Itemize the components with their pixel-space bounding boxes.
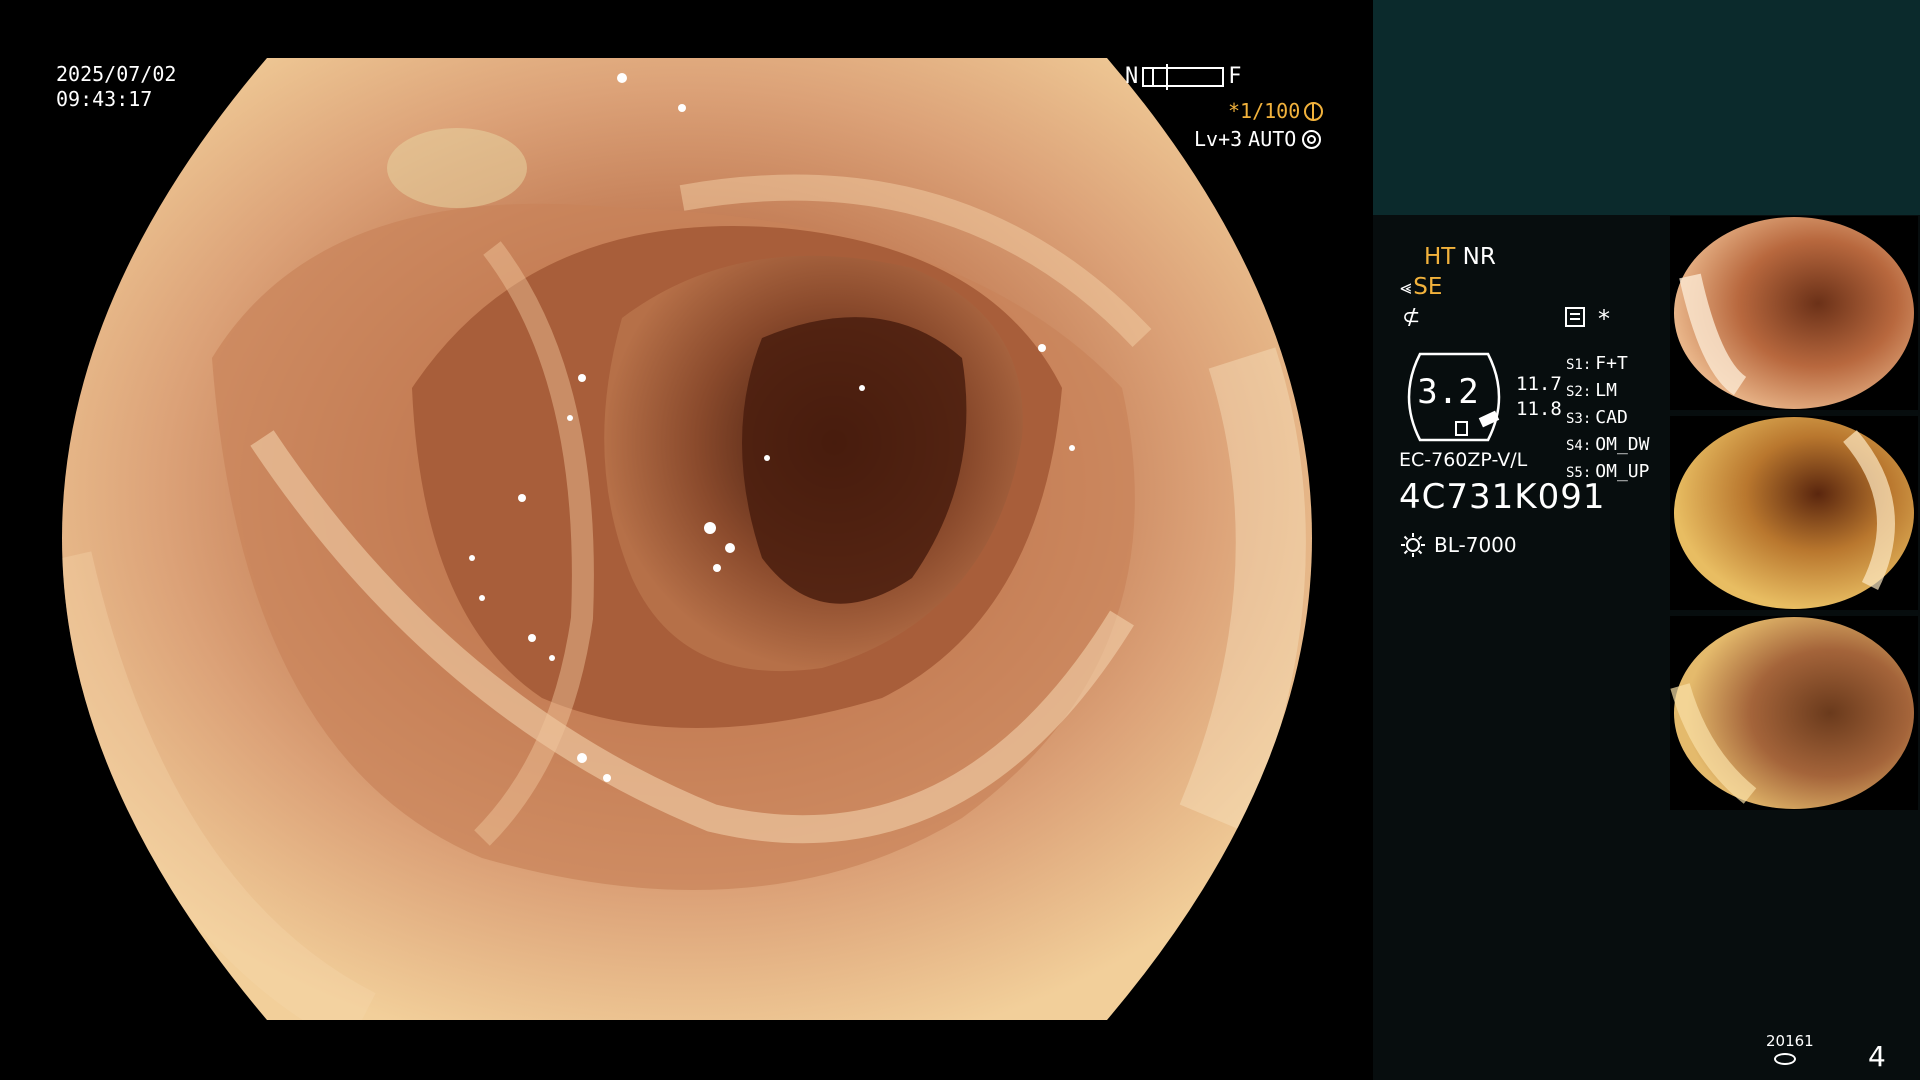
panel-header — [1373, 0, 1920, 215]
exposure-mode-text: AUTO — [1248, 127, 1297, 151]
exposure-display: Lv+3 AUTO — [1194, 127, 1322, 151]
shutter-text: *1/100 — [1228, 99, 1301, 123]
gear-icon — [1302, 129, 1322, 149]
menu-icon — [1565, 307, 1585, 327]
nr-label: NR — [1462, 244, 1496, 270]
captured-thumbnail-2[interactable] — [1670, 416, 1918, 610]
endoscopic-image — [62, 58, 1312, 1020]
scope-model: EC-760ZP-V/L — [1399, 449, 1528, 471]
f-slash-icon: ⊄ — [1402, 305, 1421, 330]
thumbnail-image — [1674, 417, 1914, 609]
focus-bar — [1142, 63, 1225, 90]
focus-indicator: N F — [1125, 63, 1242, 90]
ht-label: HT — [1424, 244, 1456, 270]
aperture-icon — [1304, 101, 1324, 121]
far-label: F — [1228, 64, 1242, 89]
level-text: Lv+3 — [1194, 127, 1243, 151]
se-row: ⪡ SE — [1400, 274, 1442, 300]
shutter-display: *1/100 — [1228, 99, 1324, 123]
captured-thumbnail-3[interactable] — [1670, 616, 1918, 810]
zoom-value: 3.2 — [1417, 372, 1479, 412]
switch-item: S2: LM — [1566, 380, 1617, 401]
datetime-display: 2025/07/02 09:43:17 — [56, 62, 176, 112]
database-icon — [1774, 1053, 1796, 1065]
date-text: 2025/07/02 — [56, 62, 177, 86]
switch-item: S4: OM_DW — [1566, 434, 1650, 455]
asterisk-mark: * — [1598, 305, 1610, 333]
thumbnail-image — [1670, 617, 1914, 809]
near-label: N — [1125, 64, 1139, 89]
structure-enhance-icon: ⪡ — [1400, 275, 1412, 299]
light-source-label: BL-7000 — [1434, 533, 1517, 557]
se-label: SE — [1413, 274, 1443, 300]
ht-nr-row: HT NR — [1424, 244, 1496, 270]
value-2: 11.8 — [1516, 398, 1562, 420]
light-source-row: BL-7000 — [1400, 532, 1517, 558]
scope-serial: 4C731K091 — [1399, 477, 1606, 517]
endoscopic-view — [62, 58, 1312, 1020]
counter-code: 20161 — [1766, 1032, 1814, 1050]
scope-switch-list: S1: F+T S2: LM S3: CAD S4: OM_DW S5: OM_UP — [1566, 351, 1649, 486]
endoscopy-screen: 2025/07/02 09:43:17 N F *1/100 Lv+3 AUTO… — [0, 0, 1920, 1080]
value-1: 11.7 — [1516, 373, 1562, 395]
captured-thumbnail-1[interactable] — [1670, 216, 1918, 410]
switch-item: S1: F+T — [1566, 353, 1628, 374]
sun-icon — [1401, 533, 1425, 557]
image-count: 4 — [1868, 1040, 1886, 1073]
switch-item: S3: CAD — [1566, 407, 1628, 428]
time-text: 09:43:17 — [56, 87, 153, 111]
thumbnail-image — [1674, 217, 1914, 409]
